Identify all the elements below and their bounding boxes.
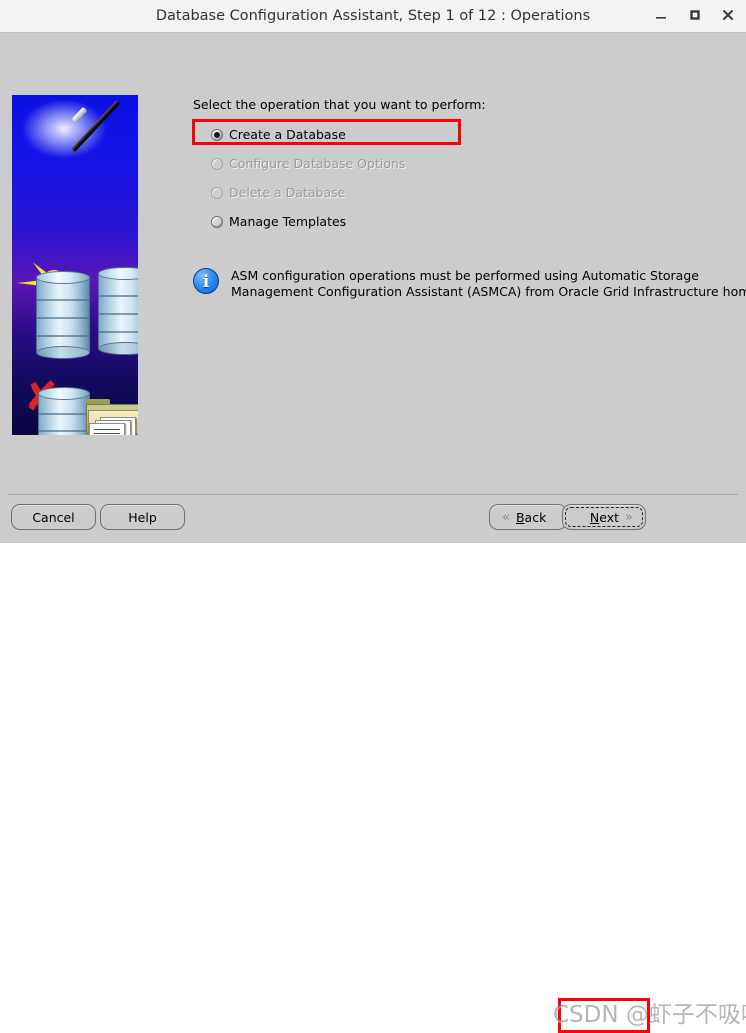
help-button-label: Help [128, 509, 157, 525]
radio-indicator [211, 186, 223, 199]
window-body: ✔ ✔ ✘ [0, 33, 746, 491]
info-icon-glyph: i [202, 272, 210, 292]
radio-option-delete-a-database: Delete a Database [193, 178, 593, 207]
cancel-button-label: Cancel [32, 509, 75, 525]
annotation-highlight-next-button [558, 998, 650, 1033]
database-cylinder-icon [98, 267, 138, 355]
database-cylinder-icon [38, 387, 90, 435]
info-message-line2: Management Configuration Assistant (ASMC… [231, 284, 746, 299]
radio-indicator [211, 157, 223, 170]
chevron-right-icon: » [625, 509, 633, 525]
radio-option-manage-templates[interactable]: Manage Templates [193, 207, 593, 236]
documents-icon [88, 417, 138, 435]
magic-wand-icon [29, 100, 121, 169]
dbca-window: Database Configuration Assistant, Step 1… [0, 0, 746, 1033]
window-title: Database Configuration Assistant, Step 1… [155, 8, 591, 24]
wizard-illustration: ✔ ✔ ✘ [12, 95, 138, 435]
chevron-left-icon: « [502, 509, 510, 525]
maximize-icon [684, 8, 706, 22]
watermark-text: CSDN @虾子不吸吸 [553, 1002, 746, 1028]
radio-label: Configure Database Options [229, 156, 406, 171]
title-bar: Database Configuration Assistant, Step 1… [0, 0, 746, 33]
radio-indicator [211, 128, 223, 141]
info-message-line1: ASM configuration operations must be per… [231, 268, 699, 283]
database-cylinder-icon [36, 271, 90, 359]
minimize-icon [650, 8, 672, 22]
close-button[interactable] [717, 5, 739, 27]
radio-label: Delete a Database [229, 185, 346, 200]
radio-indicator [211, 215, 223, 228]
radio-option-create-a-database[interactable]: Create a Database [193, 120, 593, 149]
page-title: Select the operation that you want to pe… [193, 97, 486, 112]
back-button[interactable]: « Back [489, 504, 567, 530]
radio-option-configure-database-options: Configure Database Options [193, 149, 593, 178]
info-message-text: ASM configuration operations must be per… [231, 268, 746, 300]
next-button-label: Next [589, 509, 620, 525]
footer-bar: Cancel Help « Back Next » CSDN @虾子不吸吸 [0, 495, 746, 1033]
operation-radio-group: Create a Database Configure Database Opt… [193, 120, 593, 236]
next-button[interactable]: Next » [562, 504, 646, 530]
radio-label: Create a Database [229, 127, 346, 142]
back-button-label: Back [515, 509, 547, 525]
info-message: i ASM configuration operations must be p… [193, 268, 746, 300]
radio-label: Manage Templates [229, 214, 347, 229]
maximize-button[interactable] [684, 5, 706, 27]
minimize-button[interactable] [650, 5, 672, 27]
close-icon [717, 8, 739, 22]
info-icon: i [193, 268, 219, 294]
cancel-button[interactable]: Cancel [11, 504, 96, 530]
help-button[interactable]: Help [100, 504, 185, 530]
